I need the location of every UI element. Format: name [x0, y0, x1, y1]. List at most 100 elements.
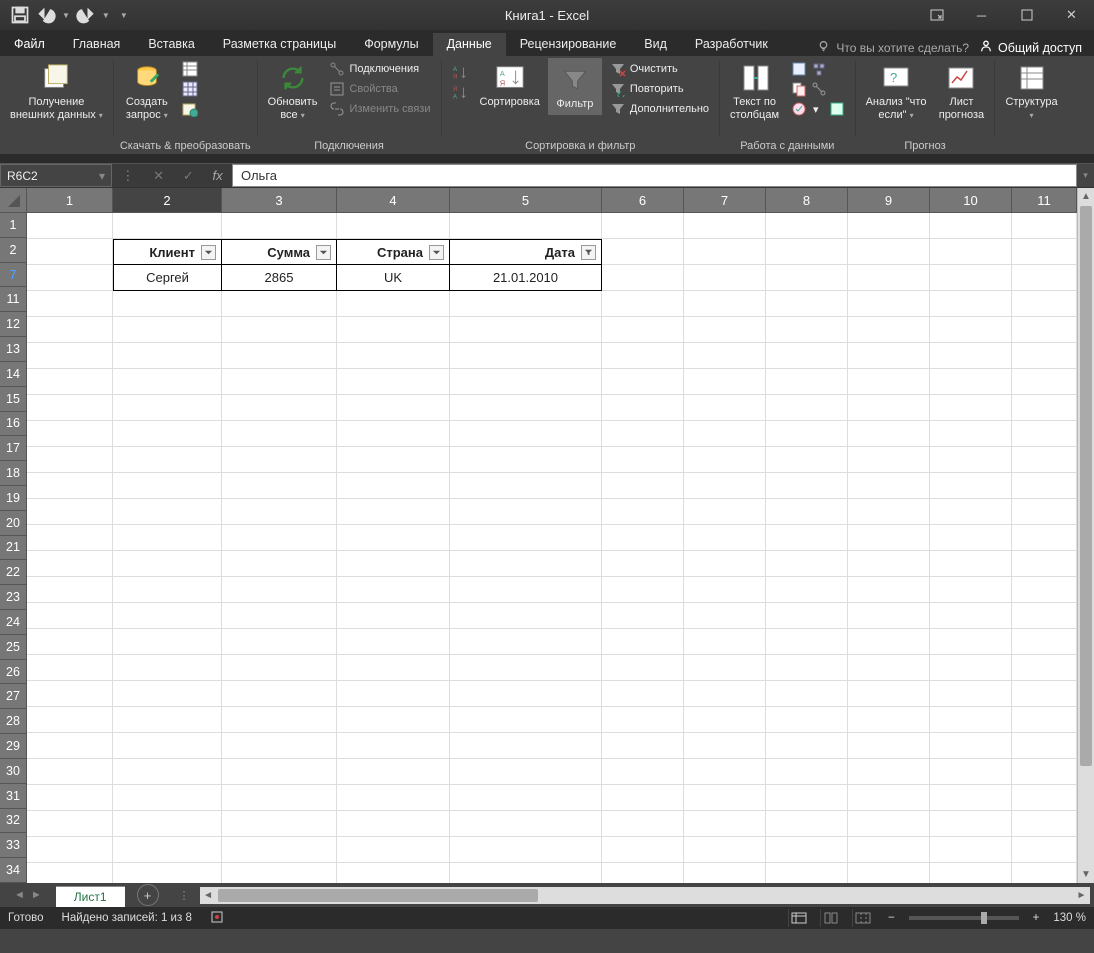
- formula-expand-icon[interactable]: ▾: [1077, 164, 1094, 187]
- cell[interactable]: [848, 837, 930, 863]
- what-if-button[interactable]: ? Анализ "что если" ▾: [862, 58, 931, 124]
- cell[interactable]: [113, 525, 222, 551]
- cell[interactable]: [684, 577, 766, 603]
- cell[interactable]: [222, 369, 337, 395]
- hscroll-thumb[interactable]: [218, 889, 538, 902]
- view-page-layout-icon[interactable]: [820, 909, 842, 927]
- sort-az-button[interactable]: АЯ: [448, 64, 472, 82]
- name-box[interactable]: R6C2 ▾: [0, 164, 112, 187]
- cell[interactable]: [766, 655, 848, 681]
- cell[interactable]: [602, 629, 684, 655]
- cell[interactable]: [450, 811, 602, 837]
- col-header-10[interactable]: 10: [930, 188, 1012, 213]
- cell[interactable]: [930, 811, 1012, 837]
- forecast-sheet-button[interactable]: Лист прогноза: [934, 58, 988, 124]
- cell[interactable]: [450, 447, 602, 473]
- cell[interactable]: [27, 655, 113, 681]
- cell[interactable]: [848, 473, 930, 499]
- cell[interactable]: [848, 421, 930, 447]
- data-validation-button[interactable]: ▾: [787, 100, 849, 118]
- undo-icon[interactable]: [36, 5, 56, 25]
- cell[interactable]: [1012, 239, 1077, 265]
- cell[interactable]: [450, 577, 602, 603]
- cell[interactable]: [766, 421, 848, 447]
- from-table-button[interactable]: [178, 80, 202, 98]
- minimize-button[interactable]: ─: [959, 0, 1004, 30]
- scroll-left-icon[interactable]: ◄: [200, 887, 217, 904]
- cell[interactable]: [450, 759, 602, 785]
- cell[interactable]: [766, 499, 848, 525]
- cell[interactable]: [222, 811, 337, 837]
- cell[interactable]: [337, 525, 450, 551]
- row-header[interactable]: 34: [0, 858, 27, 883]
- cell[interactable]: [930, 265, 1012, 291]
- cell[interactable]: [337, 707, 450, 733]
- cell[interactable]: [848, 317, 930, 343]
- maximize-button[interactable]: [1004, 0, 1049, 30]
- cell[interactable]: [684, 447, 766, 473]
- cell[interactable]: [602, 577, 684, 603]
- cell[interactable]: [27, 707, 113, 733]
- cell[interactable]: [602, 499, 684, 525]
- cell[interactable]: [1012, 473, 1077, 499]
- zoom-slider[interactable]: [909, 916, 1019, 920]
- cell[interactable]: [337, 681, 450, 707]
- cell[interactable]: [602, 733, 684, 759]
- cell[interactable]: [930, 707, 1012, 733]
- zoom-level[interactable]: 130 %: [1053, 912, 1086, 924]
- cell[interactable]: [602, 343, 684, 369]
- row-header[interactable]: 31: [0, 784, 27, 809]
- cell[interactable]: [602, 473, 684, 499]
- cell[interactable]: [337, 447, 450, 473]
- cell[interactable]: [1012, 759, 1077, 785]
- cell[interactable]: [848, 291, 930, 317]
- filter-active-icon[interactable]: [581, 245, 596, 260]
- cell[interactable]: [337, 369, 450, 395]
- cell[interactable]: [930, 343, 1012, 369]
- cell[interactable]: [602, 551, 684, 577]
- new-query-button[interactable]: Создать запрос ▾: [120, 58, 174, 124]
- cell[interactable]: [1012, 811, 1077, 837]
- cell[interactable]: [766, 473, 848, 499]
- cell[interactable]: [222, 343, 337, 369]
- cell[interactable]: [766, 785, 848, 811]
- cell[interactable]: [1012, 551, 1077, 577]
- row-header[interactable]: 33: [0, 833, 27, 858]
- cell[interactable]: [337, 655, 450, 681]
- cell[interactable]: [1012, 733, 1077, 759]
- cell[interactable]: [113, 395, 222, 421]
- row-header[interactable]: 12: [0, 312, 27, 337]
- reapply-filter-button[interactable]: Повторить: [606, 80, 713, 98]
- cell[interactable]: [450, 343, 602, 369]
- horizontal-scrollbar[interactable]: ◄ ►: [200, 887, 1090, 904]
- cell[interactable]: [222, 785, 337, 811]
- cell-country[interactable]: UK: [337, 265, 450, 291]
- cell[interactable]: [930, 473, 1012, 499]
- cell[interactable]: [222, 603, 337, 629]
- scroll-right-icon[interactable]: ►: [1073, 887, 1090, 904]
- row-header[interactable]: 30: [0, 759, 27, 784]
- cell[interactable]: [27, 551, 113, 577]
- cell[interactable]: [450, 473, 602, 499]
- cell[interactable]: [766, 343, 848, 369]
- flash-fill-button[interactable]: [787, 60, 849, 78]
- cell[interactable]: [450, 291, 602, 317]
- cell[interactable]: [450, 499, 602, 525]
- zoom-in-icon[interactable]: +: [1029, 912, 1044, 924]
- cell[interactable]: [930, 785, 1012, 811]
- cell[interactable]: [602, 681, 684, 707]
- cell[interactable]: [450, 551, 602, 577]
- cell[interactable]: [684, 317, 766, 343]
- row-header[interactable]: 24: [0, 610, 27, 635]
- tab-file[interactable]: Файл: [0, 33, 59, 56]
- enter-icon[interactable]: ✓: [183, 168, 194, 184]
- cell[interactable]: [930, 291, 1012, 317]
- cell[interactable]: [1012, 577, 1077, 603]
- cell[interactable]: [1012, 447, 1077, 473]
- cell[interactable]: [337, 499, 450, 525]
- cell[interactable]: [1012, 707, 1077, 733]
- cell[interactable]: [848, 681, 930, 707]
- cell[interactable]: [1012, 213, 1077, 239]
- cell[interactable]: [113, 837, 222, 863]
- cell[interactable]: [27, 681, 113, 707]
